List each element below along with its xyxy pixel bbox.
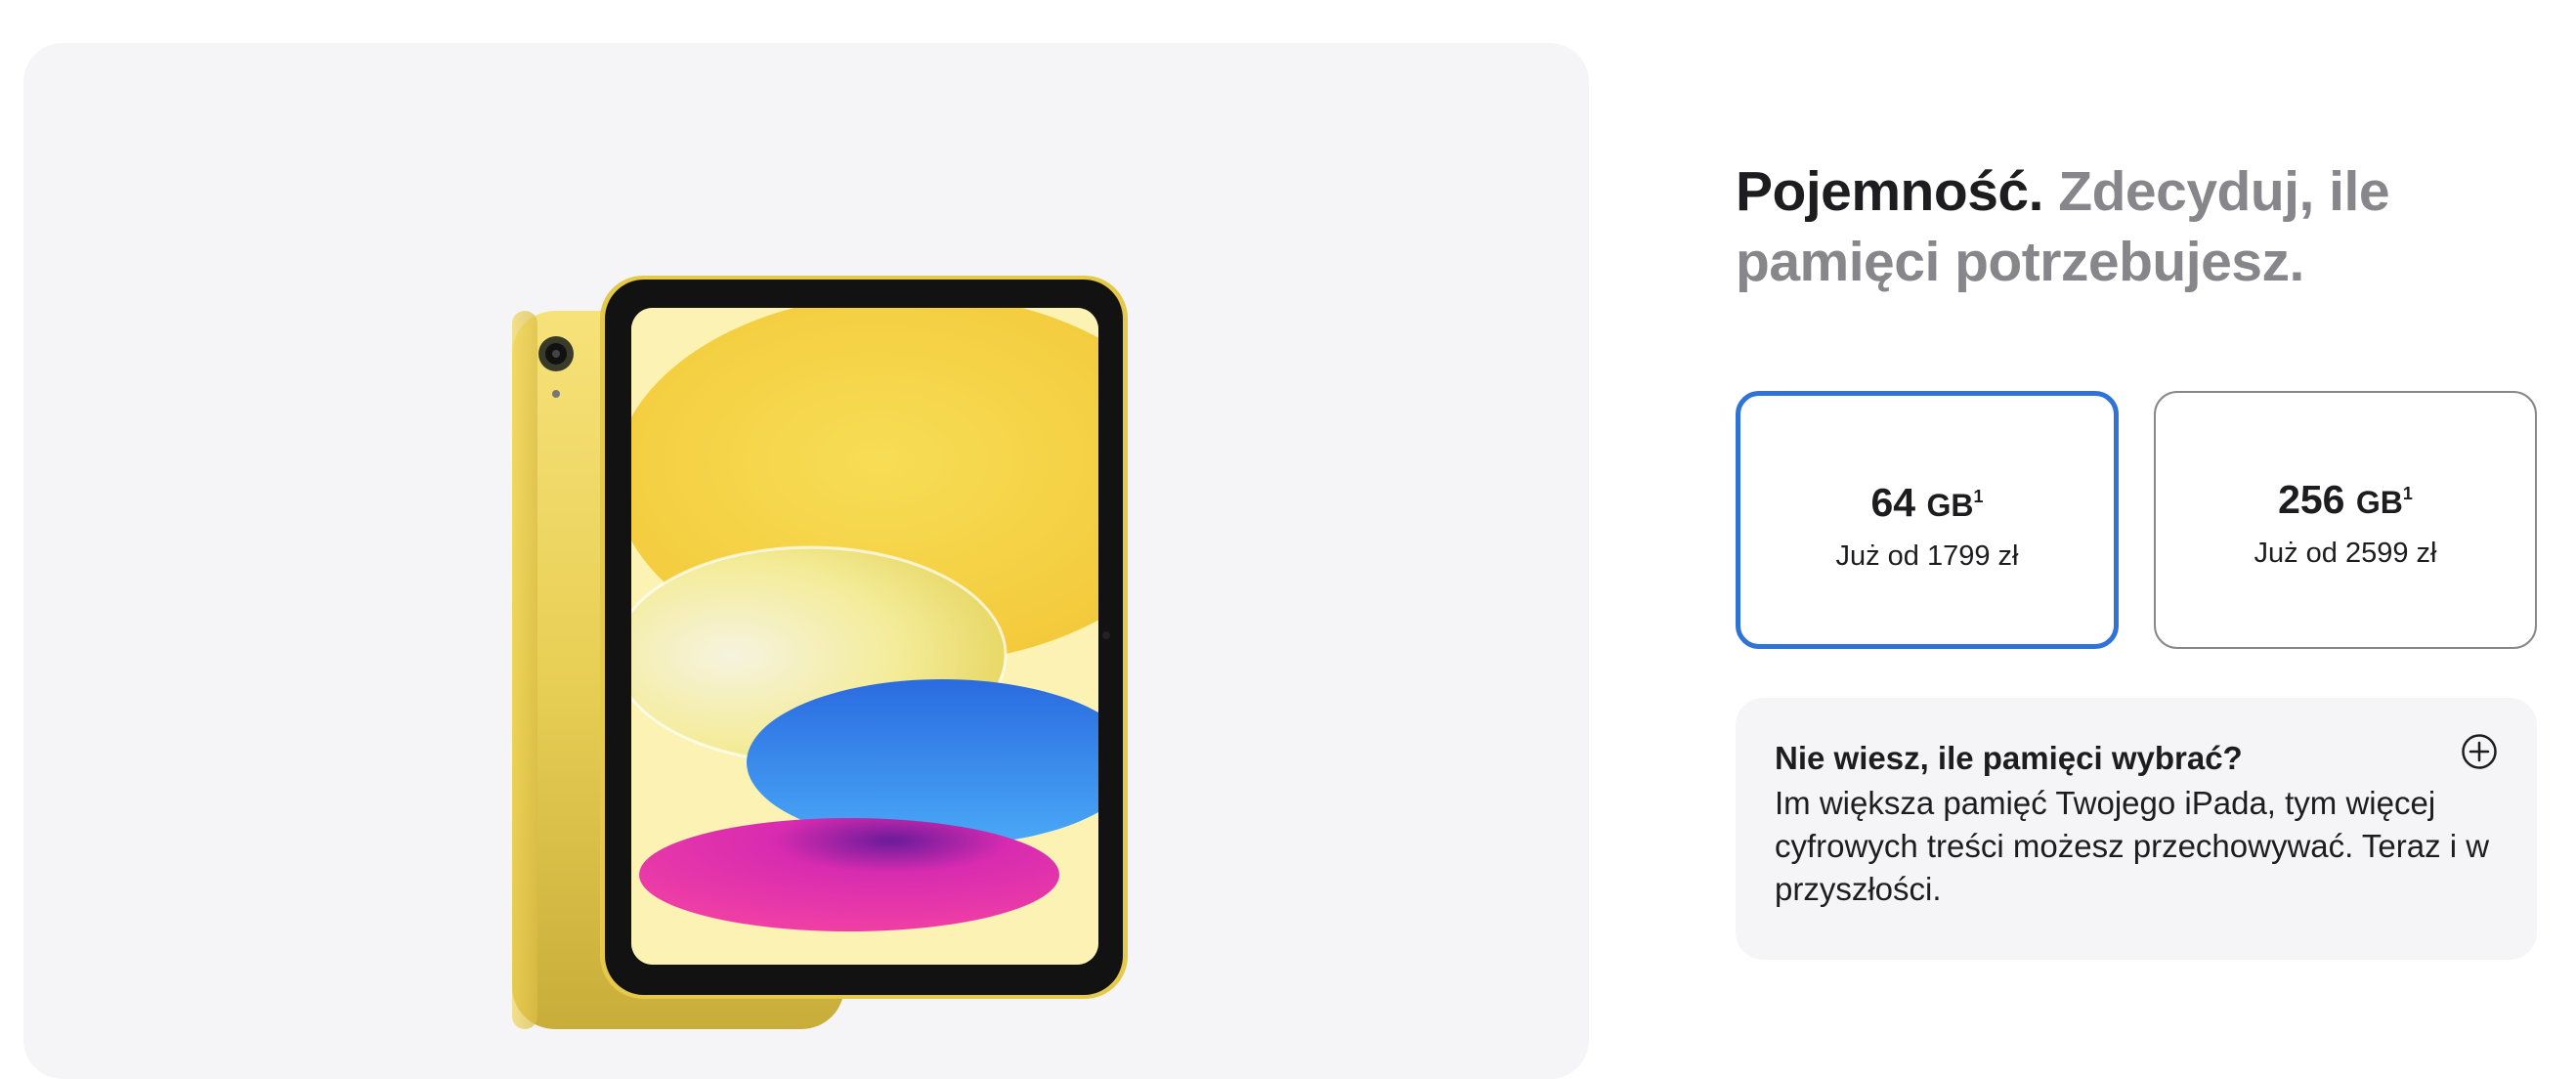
help-body: Im większa pamięć Twojego iPada, tym wię… [1775, 785, 2490, 907]
capacity-heading: Pojemność. Zdecyduj, ile pamięci potrzeb… [1736, 156, 2537, 297]
option-footnote[interactable]: 1 [2403, 484, 2413, 503]
option-size-value: 64 [1870, 480, 1916, 525]
help-title: Nie wiesz, ile pamięci wybrać? [1775, 740, 2243, 776]
option-price: Już od 2599 zł [2254, 538, 2437, 569]
capacity-option-256gb[interactable]: 256 GB1 Już od 2599 zł [2154, 391, 2537, 649]
capacity-section: Pojemność. Zdecyduj, ile pamięci potrzeb… [1736, 156, 2537, 960]
capacity-help-card[interactable]: Nie wiesz, ile pamięci wybrać? Im większ… [1736, 698, 2537, 960]
option-size-unit: GB [1926, 488, 1974, 523]
ipad-product-image [483, 264, 1157, 1036]
option-size-value: 256 [2278, 477, 2345, 522]
option-size-label: 64 GB1 [1740, 472, 2114, 530]
option-price: Już od 1799 zł [1835, 540, 2019, 572]
capacity-heading-strong: Pojemność. [1736, 160, 2043, 223]
capacity-option-64gb[interactable]: 64 GB1 Już od 1799 zł [1736, 391, 2119, 649]
option-size-label: 256 GB1 [2156, 469, 2535, 527]
option-footnote[interactable]: 1 [1974, 487, 1984, 506]
option-size-unit: GB [2355, 485, 2403, 520]
plus-circle-icon[interactable] [2461, 733, 2498, 770]
capacity-options: 64 GB1 Już od 1799 zł 256 GB1 Już od 259… [1736, 391, 2537, 649]
product-gallery [23, 43, 1589, 1079]
